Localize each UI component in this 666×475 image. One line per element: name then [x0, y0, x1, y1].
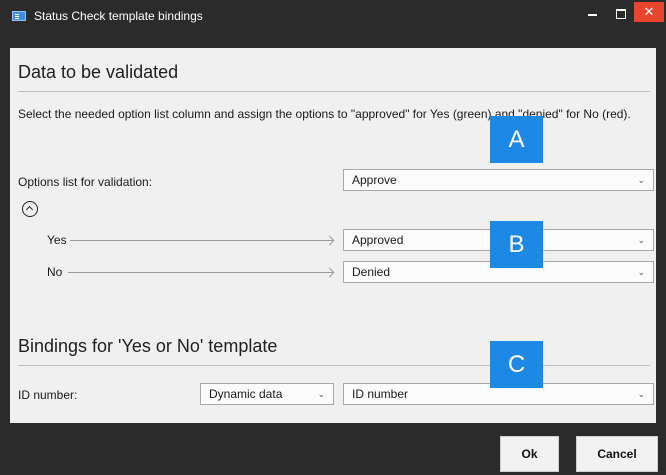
- chevron-down-icon: ⌄: [637, 267, 645, 277]
- mapping-label-no: No: [47, 265, 63, 279]
- section-divider: [18, 91, 650, 92]
- id-field-value: ID number: [352, 387, 409, 401]
- callout-a: A: [490, 116, 543, 163]
- maximize-button[interactable]: [606, 0, 636, 32]
- options-list-select[interactable]: Approve ⌄: [343, 169, 654, 191]
- section-description: Select the needed option list column and…: [18, 107, 631, 121]
- dialog-window: Status Check template bindings ✕ Data to…: [0, 0, 666, 475]
- mapping-label-yes: Yes: [47, 233, 67, 247]
- minimize-button[interactable]: [578, 0, 608, 32]
- section-title-bindings: Bindings for 'Yes or No' template: [18, 336, 278, 356]
- close-icon: ✕: [643, 4, 655, 19]
- chevron-up-circle-icon[interactable]: [22, 201, 38, 217]
- mapping-value-yes: Approved: [352, 233, 404, 247]
- id-number-label: ID number:: [18, 388, 78, 402]
- data-source-select[interactable]: Dynamic data ⌄: [200, 383, 334, 405]
- window-title: Status Check template bindings: [34, 9, 203, 23]
- ok-button[interactable]: Ok: [500, 436, 559, 472]
- mapping-connector: [70, 240, 333, 241]
- chevron-down-icon: ⌄: [637, 175, 645, 185]
- options-list-label: Options list for validation:: [18, 175, 153, 189]
- section-title-validated: Data to be validated: [18, 62, 179, 82]
- mapping-value-no: Denied: [352, 265, 391, 279]
- section-divider: [18, 365, 650, 366]
- callout-b: B: [490, 221, 543, 268]
- callout-c: C: [490, 341, 543, 388]
- mapping-connector: [68, 272, 333, 273]
- dialog-footer: [0, 423, 666, 475]
- chevron-down-icon: ⌄: [637, 389, 645, 399]
- chevron-down-icon: ⌄: [637, 235, 645, 245]
- options-list-value: Approve: [352, 173, 397, 187]
- data-source-value: Dynamic data: [209, 387, 283, 401]
- form-icon: [12, 11, 26, 21]
- close-button[interactable]: ✕: [634, 2, 664, 22]
- title-bar[interactable]: Status Check template bindings ✕: [0, 0, 666, 32]
- chevron-down-icon: ⌄: [317, 389, 325, 399]
- cancel-button[interactable]: Cancel: [576, 436, 658, 472]
